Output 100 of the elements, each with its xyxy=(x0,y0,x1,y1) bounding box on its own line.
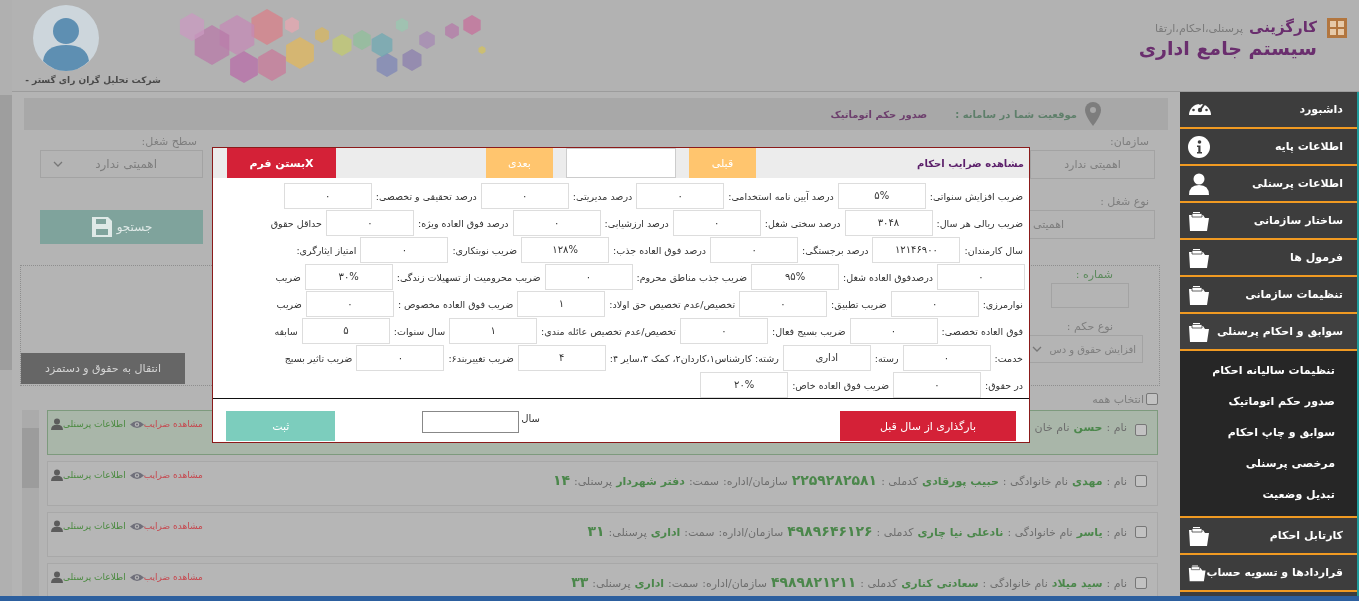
field-label: درصدفوق العاده شغل: xyxy=(842,271,934,283)
field-label: رشته: کارشناس۱،کاردان۲، کمک ۳،سایر ۴: xyxy=(608,352,780,364)
value-field[interactable]: ۰ xyxy=(739,291,828,317)
sidebar-item[interactable]: داشبورد xyxy=(1180,92,1357,129)
field-label: نام : xyxy=(1106,475,1127,488)
field-label: پرسنلی: xyxy=(608,526,647,539)
field-label: نام خان xyxy=(1034,421,1070,434)
field-label: کدملی : xyxy=(876,526,914,539)
value-field[interactable]: ۰ xyxy=(710,237,799,263)
value-field[interactable]: ۳۰۴۸ xyxy=(844,210,933,236)
field-label: سازمان/اداره: xyxy=(702,577,767,590)
person-icon xyxy=(51,520,63,532)
value-field[interactable]: ۰ xyxy=(356,345,445,371)
page-field[interactable] xyxy=(566,148,676,178)
field-label: خدمت: xyxy=(993,352,1024,364)
field-label: سمت: xyxy=(668,577,699,590)
value-field[interactable]: ۰ xyxy=(544,264,633,290)
dialog-title: مشاهده ضرایب احکام xyxy=(916,157,1025,169)
person-icon xyxy=(51,469,63,481)
scrollbar[interactable] xyxy=(22,410,39,596)
field-label: سازمان/اداره: xyxy=(722,475,788,488)
value-field[interactable]: ۳۰% xyxy=(304,264,393,290)
value-field[interactable]: ۰ xyxy=(937,264,1025,290)
field-value: ۳۱ xyxy=(587,523,605,539)
field-label: نوارمرزی: xyxy=(981,298,1024,310)
folder-icon xyxy=(1188,246,1210,269)
field-label: درصد مدیریتی: xyxy=(571,190,634,202)
value-field[interactable]: ۰ xyxy=(849,318,938,344)
value-field[interactable]: ۰ xyxy=(636,183,725,209)
field-label: کدملی : xyxy=(860,577,898,590)
sidebar-item[interactable]: اطلاعات پرسنلی xyxy=(1180,166,1357,203)
value-field[interactable]: اداری xyxy=(782,345,871,371)
value-field[interactable]: ۰ xyxy=(283,183,372,209)
system-title: سیستم جامع اداری xyxy=(1138,37,1317,59)
value-field[interactable]: ۲۰% xyxy=(700,372,789,398)
value-field[interactable]: ۰ xyxy=(305,291,394,317)
field-label: درصد سختی شغل: xyxy=(763,217,842,229)
value-field[interactable]: ۰ xyxy=(672,210,761,236)
sidebar-item[interactable]: ساختار سازمانی xyxy=(1180,203,1357,240)
chevron-icon xyxy=(53,161,63,167)
field-label: نام خانوادگی : xyxy=(1007,526,1073,539)
value-field[interactable]: ۰ xyxy=(480,183,569,209)
field-value: ۱۴ xyxy=(552,472,570,488)
field-label: ضریب تغییربند۶: xyxy=(447,352,515,364)
eye-icon xyxy=(129,470,144,480)
submenu-item[interactable]: تبدیل وضعیت xyxy=(1180,479,1357,510)
checkbox[interactable] xyxy=(1135,424,1147,436)
scrollbar[interactable] xyxy=(0,0,12,596)
value-field[interactable]: ۱ xyxy=(449,318,538,344)
value-field[interactable]: ۰ xyxy=(680,318,768,344)
sidebar-item[interactable]: قراردادها و تسویه حساب xyxy=(1180,555,1357,592)
value-field[interactable]: ۹۵% xyxy=(751,264,840,290)
checkbox[interactable] xyxy=(1135,475,1147,487)
submenu-item[interactable]: صدور حکم اتوماتیک xyxy=(1180,386,1357,417)
field-label: درصد برجستگی: xyxy=(801,244,870,256)
checkbox[interactable] xyxy=(1135,526,1147,538)
field-label: ضریب جذب مناطق محروم: xyxy=(635,271,749,283)
field-label: سمت: xyxy=(684,526,715,539)
avatar-icon xyxy=(32,5,99,71)
folder-icon xyxy=(1188,320,1210,343)
sidebar-item[interactable]: فرمول ها xyxy=(1180,240,1357,277)
field-label: سمت: xyxy=(688,475,719,488)
checkbox[interactable] xyxy=(1146,393,1158,405)
value-field[interactable]: ۰ xyxy=(325,210,414,236)
transfer-button[interactable]: انتقال به حقوق و دستمزد xyxy=(21,353,185,384)
value-field[interactable]: ۱۲۱۴۶۹۰۰ xyxy=(872,237,961,263)
value-field[interactable]: ۰ xyxy=(360,237,449,263)
sidebar-item[interactable]: اطلاعات پایه xyxy=(1180,129,1357,166)
value-field[interactable]: ۵% xyxy=(837,183,926,209)
field-label: پرسنلی: xyxy=(592,577,631,590)
field-label: حداقل حقوق xyxy=(269,217,323,229)
value-field[interactable]: ۵ xyxy=(301,318,390,344)
submenu-item[interactable]: سوابق و چاپ احکام xyxy=(1180,417,1357,448)
submenu-item[interactable]: تنظیمات سالیانه احکام xyxy=(1180,355,1357,386)
field-value: ۴۹۸۹۸۲۱۲۱۱ xyxy=(770,574,857,590)
value-field[interactable]: ۴ xyxy=(517,345,606,371)
value-field[interactable]: ۰ xyxy=(512,210,601,236)
value-field[interactable]: ۰ xyxy=(893,372,981,398)
field-label: نام : xyxy=(1106,526,1127,539)
field-label: ضریب نوبتکاری: xyxy=(451,244,519,256)
field-label: فوق العاده تخصصی: xyxy=(940,325,1024,337)
gauge-icon xyxy=(1188,103,1212,116)
value-field[interactable]: ۰ xyxy=(902,345,991,371)
year-field[interactable] xyxy=(422,411,520,433)
app-subtitle: پرسنلی،احکام،ارتقا xyxy=(1155,22,1243,35)
checkbox[interactable] xyxy=(1135,577,1147,589)
load-previous-year-button[interactable]: بارگذاری از سال قبل xyxy=(840,411,1016,441)
field-label: ضریب تاثیر بسیج xyxy=(283,352,354,364)
sidebar-item[interactable]: کارتابل احکام xyxy=(1180,518,1357,555)
app-name: کارگزینی xyxy=(1249,18,1317,36)
field-label: سال کارمندان: xyxy=(963,244,1024,256)
close-button[interactable]: Xبستن فرم xyxy=(227,148,336,178)
value-field[interactable]: ۱۲۸% xyxy=(521,237,610,263)
field-label: نام : xyxy=(1106,577,1127,590)
value-field[interactable]: ۱ xyxy=(517,291,606,317)
field-label: ضریب محرومیت از تسهیلات زندگی: xyxy=(395,271,542,283)
field-label: رسته: xyxy=(873,352,900,364)
field-label: درصد فوق العاده جذب: xyxy=(612,244,708,256)
value-field[interactable]: ۰ xyxy=(890,291,979,317)
submenu-item[interactable]: مرخصی پرسنلی xyxy=(1180,448,1357,479)
